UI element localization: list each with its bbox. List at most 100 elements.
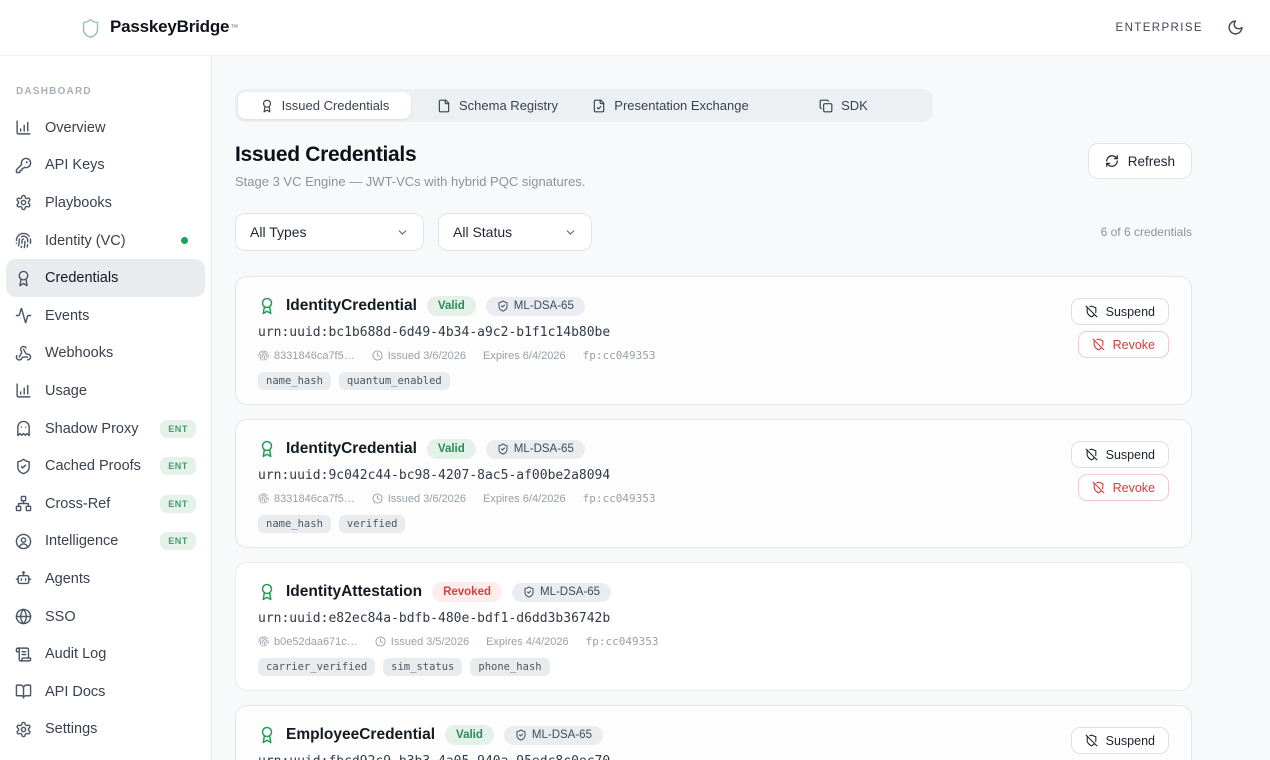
sidebar-item-api-keys[interactable]: API Keys xyxy=(6,147,205,185)
sidebar-item-playbooks[interactable]: Playbooks xyxy=(6,184,205,222)
tab-label: SDK xyxy=(841,98,868,113)
sidebar-item-cached-proofs[interactable]: Cached ProofsENT xyxy=(6,447,205,485)
shield-off-icon xyxy=(1092,481,1105,494)
refresh-button[interactable]: Refresh xyxy=(1088,143,1192,179)
sidebar-item-intelligence[interactable]: IntelligenceENT xyxy=(6,523,205,561)
theme-toggle-button[interactable] xyxy=(1227,19,1244,36)
status-filter-select[interactable]: All Status xyxy=(438,213,592,251)
type-filter-value: All Types xyxy=(250,224,307,240)
tab-schema-registry[interactable]: Schema Registry xyxy=(411,92,584,119)
issuer-hash: 8331846ca7f5… xyxy=(258,493,355,505)
expires-date: Expires 4/4/2026 xyxy=(486,636,569,648)
card-title-row: IdentityAttestationRevokedML-DSA-65 xyxy=(258,582,1169,602)
sidebar-section-label: DASHBOARD xyxy=(6,86,205,97)
suspend-button[interactable]: Suspend xyxy=(1071,727,1169,754)
trademark-symbol: ™ xyxy=(230,23,238,32)
claim-tag: name_hash xyxy=(258,515,331,533)
file-icon xyxy=(437,99,451,113)
credential-urn: urn:uuid:fbcd92c9-b3b3-4a05-940a-95edc8c… xyxy=(258,754,1071,760)
sidebar-item-sso[interactable]: SSO xyxy=(6,598,205,636)
fingerprint-value: fp:cc049353 xyxy=(583,492,656,505)
tab-presentation-exchange[interactable]: Presentation Exchange xyxy=(584,92,757,119)
sidebar-item-label: Identity (VC) xyxy=(45,233,126,249)
credential-urn: urn:uuid:e82ec84a-bdfb-480e-bdf1-d6dd3b3… xyxy=(258,611,1169,626)
tab-label: Schema Registry xyxy=(459,98,558,113)
algorithm-badge: ML-DSA-65 xyxy=(486,440,585,459)
credential-card: IdentityCredentialValidML-DSA-65urn:uuid… xyxy=(235,419,1192,548)
file-check-icon xyxy=(592,99,606,113)
sidebar-item-overview[interactable]: Overview xyxy=(6,109,205,147)
claim-tags: name_hashquantum_enabled xyxy=(258,372,1071,390)
fingerprint-icon xyxy=(15,232,32,249)
revoke-button[interactable]: Revoke xyxy=(1078,331,1169,358)
card-actions: Suspend Revoke xyxy=(1071,296,1169,385)
fingerprint-icon xyxy=(258,350,269,361)
sidebar-item-usage[interactable]: Usage xyxy=(6,372,205,410)
card-details: IdentityCredentialValidML-DSA-65urn:uuid… xyxy=(258,439,1071,528)
sidebar-item-label: API Keys xyxy=(45,157,105,173)
ent-badge: ENT xyxy=(160,495,196,513)
credential-type: IdentityAttestation xyxy=(286,583,422,601)
sidebar-item-label: Overview xyxy=(45,120,105,136)
tab-sdk[interactable]: SDK xyxy=(757,92,930,119)
tab-issued-credentials[interactable]: Issued Credentials xyxy=(238,92,411,119)
claim-tag: verified xyxy=(339,515,406,533)
chevron-down-icon xyxy=(396,226,409,239)
algorithm-badge: ML-DSA-65 xyxy=(486,297,585,316)
sidebar-item-label: Audit Log xyxy=(45,646,106,662)
suspend-button[interactable]: Suspend xyxy=(1071,298,1169,325)
filter-bar: All Types All Status 6 of 6 credentials xyxy=(235,213,1192,251)
sidebar-item-label: Webhooks xyxy=(45,345,113,361)
gear-icon xyxy=(15,194,32,211)
sidebar-item-identity-vc[interactable]: Identity (VC) xyxy=(6,222,205,260)
chevron-down-icon xyxy=(564,226,577,239)
sidebar-item-credentials[interactable]: Credentials xyxy=(6,259,205,297)
issued-date: Issued 3/6/2026 xyxy=(372,493,466,505)
issuer-hash: 8331846ca7f5… xyxy=(258,350,355,362)
shield-check-icon xyxy=(515,729,527,741)
credential-card: EmployeeCredentialValidML-DSA-65urn:uuid… xyxy=(235,705,1192,760)
credential-meta: b0e52daa671c…Issued 3/5/2026Expires 4/4/… xyxy=(258,635,1169,648)
card-title-row: EmployeeCredentialValidML-DSA-65 xyxy=(258,725,1071,745)
claim-tag: phone_hash xyxy=(470,658,549,676)
card-details: IdentityAttestationRevokedML-DSA-65 urn:u… xyxy=(258,582,1169,671)
status-badge: Valid xyxy=(445,725,494,745)
sidebar-item-audit-log[interactable]: Audit Log xyxy=(6,635,205,673)
claim-tag: quantum_enabled xyxy=(339,372,450,390)
type-filter-select[interactable]: All Types xyxy=(235,213,424,251)
sidebar-item-label: Shadow Proxy xyxy=(45,421,139,437)
sidebar-item-agents[interactable]: Agents xyxy=(6,560,205,598)
sidebar-item-events[interactable]: Events xyxy=(6,297,205,335)
bot-icon xyxy=(15,570,32,587)
suspend-button[interactable]: Suspend xyxy=(1071,441,1169,468)
status-badge: Valid xyxy=(427,439,476,459)
sidebar-item-label: Credentials xyxy=(45,270,118,286)
sidebar: DASHBOARD Overview API Keys Playbooks Ident… xyxy=(0,56,212,760)
sidebar-item-webhooks[interactable]: Webhooks xyxy=(6,335,205,373)
tab-bar: Issued Credentials Schema Registry Present… xyxy=(235,89,933,122)
shield-check-icon xyxy=(497,300,509,312)
credentials-list: IdentityCredentialValidML-DSA-65 urn:uuid… xyxy=(235,276,1192,760)
sidebar-item-label: Usage xyxy=(45,383,87,399)
status-filter-value: All Status xyxy=(453,224,512,240)
activity-icon xyxy=(15,307,32,324)
sidebar-item-shadow-proxy[interactable]: Shadow ProxyENT xyxy=(6,410,205,448)
sidebar-item-api-docs[interactable]: API Docs xyxy=(6,673,205,711)
shield-check-icon xyxy=(497,443,509,455)
algorithm-label: ML-DSA-65 xyxy=(514,300,574,312)
algorithm-badge: ML-DSA-65 xyxy=(504,726,603,745)
issued-date: Issued 3/5/2026 xyxy=(375,636,469,648)
plan-badge: ENTERPRISE xyxy=(1116,22,1204,34)
issuer-hash-text: 8331846ca7f5… xyxy=(274,493,355,505)
credential-urn: urn:uuid:bc1b688d-6d49-4b34-a9c2-b1f1c14… xyxy=(258,325,1071,340)
revoke-button[interactable]: Revoke xyxy=(1078,474,1169,501)
page-title: Issued Credentials xyxy=(235,143,585,167)
sidebar-item-settings[interactable]: Settings xyxy=(6,711,205,749)
shield-off-icon xyxy=(1085,448,1098,461)
card-title-row: IdentityCredentialValidML-DSA-65 xyxy=(258,439,1071,459)
sidebar-nav: Overview API Keys Playbooks Identity (VC) Cr… xyxy=(6,109,205,748)
algorithm-label: ML-DSA-65 xyxy=(514,443,574,455)
sidebar-item-cross-ref[interactable]: Cross-RefENT xyxy=(6,485,205,523)
header-right: ENTERPRISE xyxy=(1116,19,1245,36)
card-title-row: IdentityCredentialValidML-DSA-65 xyxy=(258,296,1071,316)
